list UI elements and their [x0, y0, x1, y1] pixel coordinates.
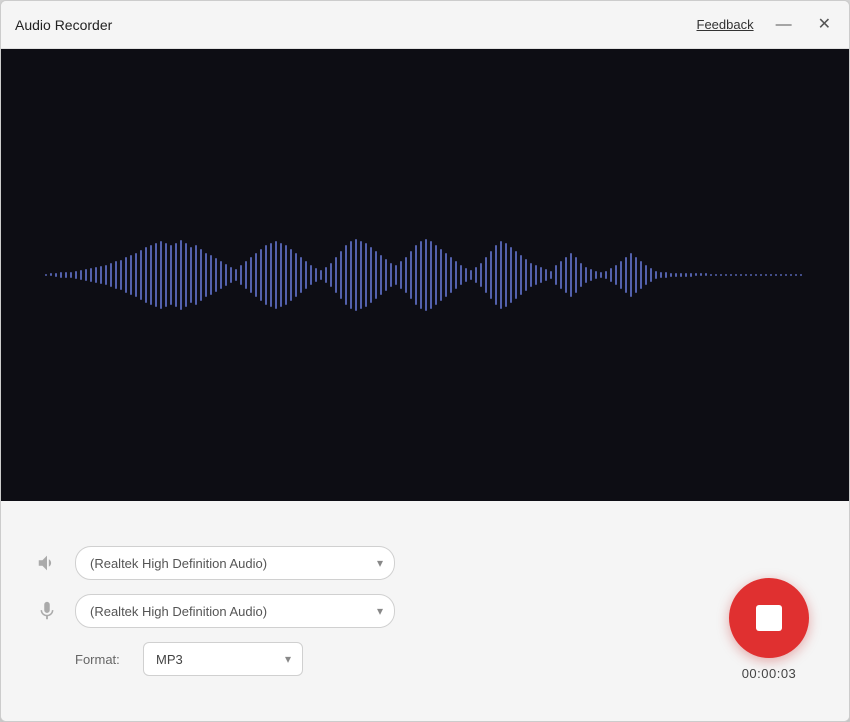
mic-row: (Realtek High Definition Audio) ▾ [31, 594, 819, 628]
speaker-select-wrapper[interactable]: (Realtek High Definition Audio) ▾ [75, 546, 395, 580]
close-button[interactable]: ✕ [814, 15, 835, 35]
titlebar-actions: Feedback — ✕ [697, 15, 836, 35]
window-title: Audio Recorder [15, 17, 697, 33]
mic-select-wrapper[interactable]: (Realtek High Definition Audio) ▾ [75, 594, 395, 628]
format-row: Format: MP3 WAV AAC FLAC ▾ [31, 642, 819, 676]
app-window: Audio Recorder Feedback — ✕ [0, 0, 850, 722]
mic-select[interactable]: (Realtek High Definition Audio) [75, 594, 395, 628]
minimize-button[interactable]: — [772, 15, 796, 35]
format-select[interactable]: MP3 WAV AAC FLAC [143, 642, 303, 676]
waveform-area [1, 49, 849, 501]
speaker-icon [31, 547, 63, 579]
titlebar: Audio Recorder Feedback — ✕ [1, 1, 849, 49]
speaker-select[interactable]: (Realtek High Definition Audio) [75, 546, 395, 580]
stop-icon [756, 605, 782, 631]
waveform-svg [45, 235, 805, 315]
format-icon-placeholder [31, 643, 63, 675]
speaker-row: (Realtek High Definition Audio) ▾ [31, 546, 819, 580]
feedback-link[interactable]: Feedback [697, 17, 754, 32]
format-label: Format: [75, 652, 131, 667]
timer-display: 00:00:03 [742, 666, 797, 681]
mic-icon [31, 595, 63, 627]
waveform-canvas [1, 49, 849, 501]
stop-button[interactable] [729, 578, 809, 658]
controls-area: (Realtek High Definition Audio) ▾ (Realt… [1, 501, 849, 721]
format-select-wrapper[interactable]: MP3 WAV AAC FLAC ▾ [143, 642, 303, 676]
record-section: 00:00:03 [729, 578, 809, 681]
